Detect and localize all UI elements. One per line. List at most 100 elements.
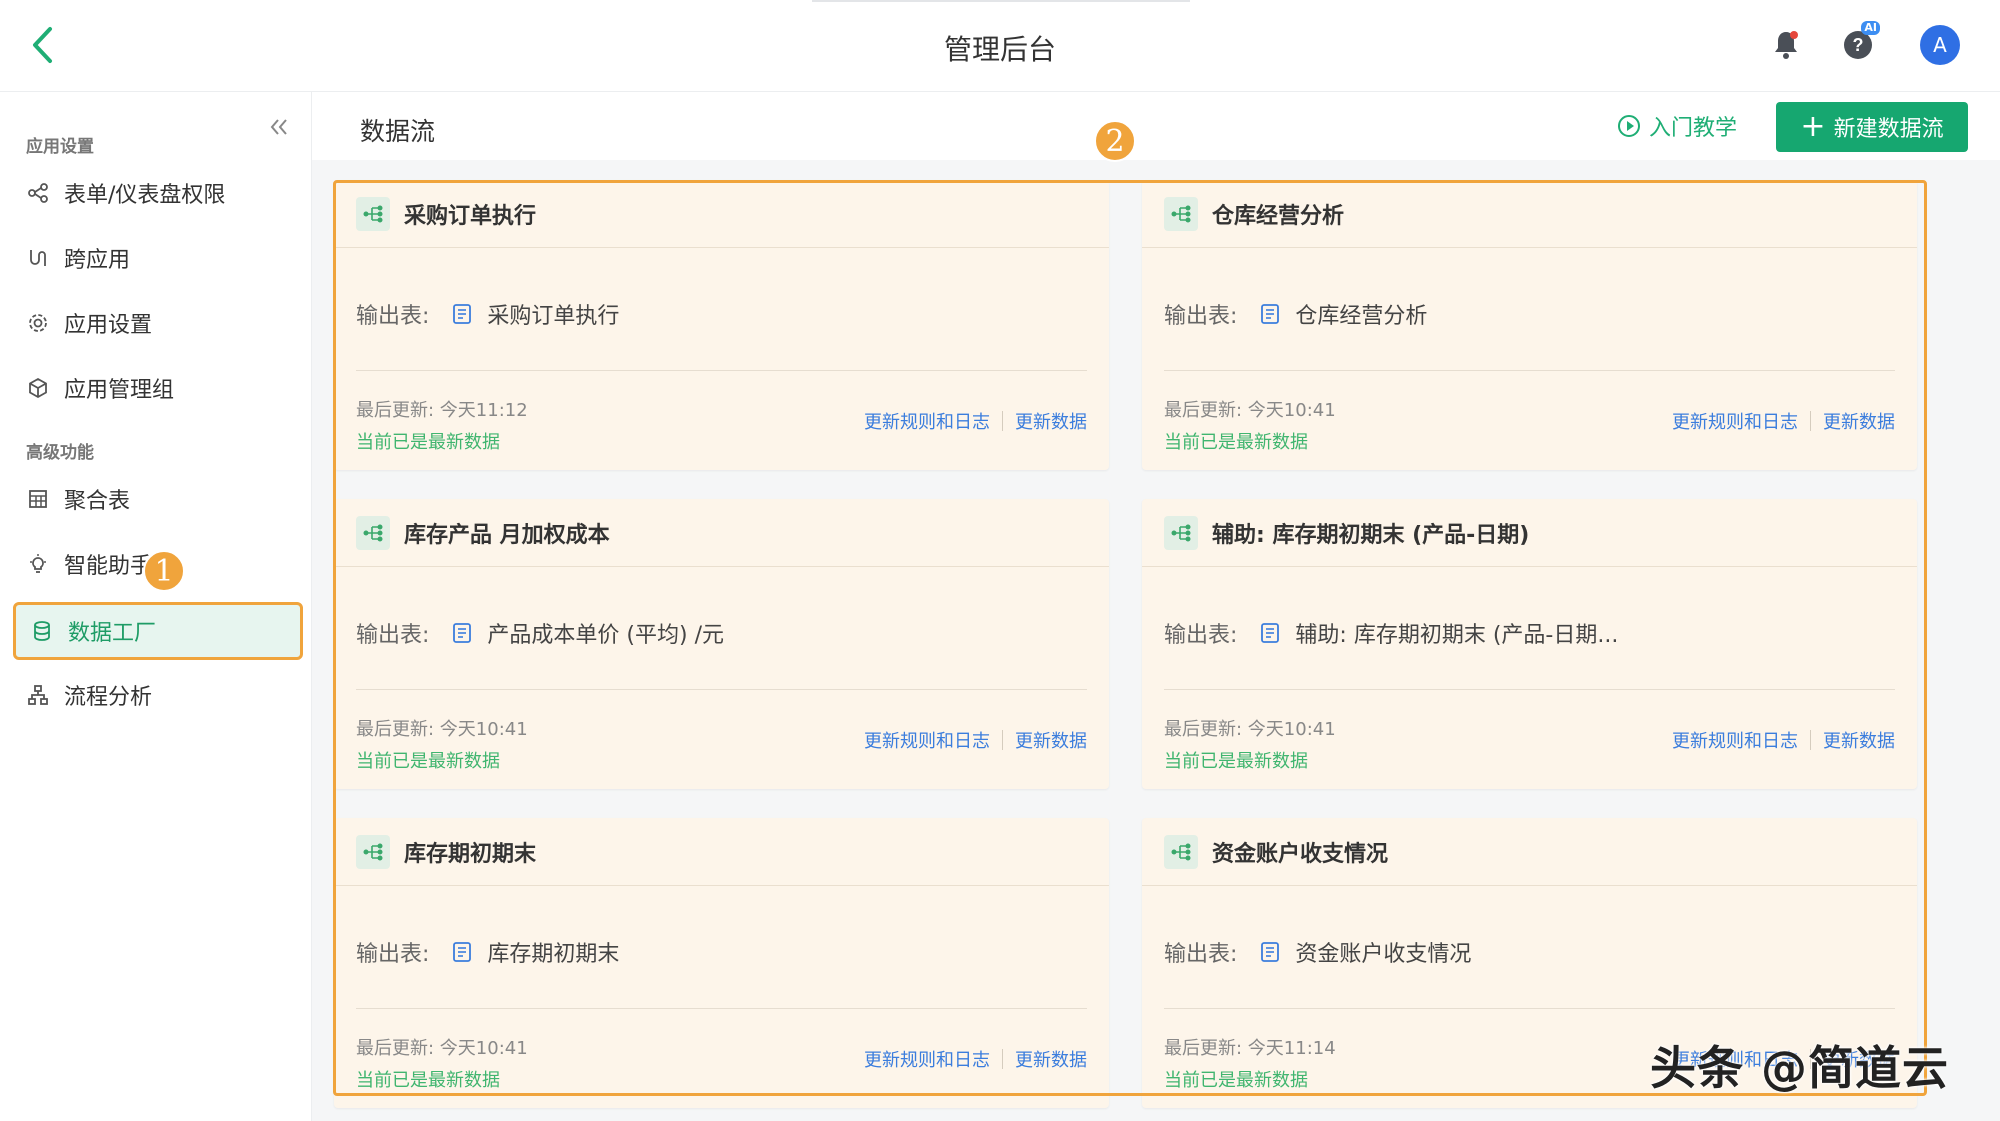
- output-table-name[interactable]: 产品成本单价 (平均) /元: [487, 617, 724, 649]
- output-table-name[interactable]: 库存期初期末: [487, 936, 619, 968]
- sidebar-item-app-admin-group[interactable]: 应用管理组: [12, 359, 302, 417]
- update-data-link[interactable]: 更新数据: [1823, 1046, 1895, 1072]
- update-data-link[interactable]: 更新数据: [1015, 727, 1087, 753]
- last-updated: 最后更新: 今天10:41: [1164, 400, 1336, 421]
- rules-log-link[interactable]: 更新规则和日志: [1672, 408, 1798, 434]
- output-table-name[interactable]: 采购订单执行: [487, 298, 619, 330]
- card-actions: 更新规则和日志 更新数据: [864, 727, 1087, 753]
- form-table-icon: [449, 301, 475, 327]
- sidebar-item-data-factory[interactable]: 数据工厂: [13, 602, 303, 660]
- dataflow-icon: [356, 196, 390, 231]
- section-title-advanced: 高级功能: [26, 443, 94, 463]
- help-button[interactable]: ? AI: [1838, 21, 1880, 65]
- update-data-link[interactable]: 更新数据: [1823, 408, 1895, 434]
- double-chevron-left-icon: [270, 119, 287, 135]
- collapse-sidebar-button[interactable]: [266, 114, 292, 140]
- output-table-name[interactable]: 仓库经营分析: [1295, 298, 1427, 330]
- output-label: 输出表:: [1164, 623, 1238, 648]
- top-header: 管理后台 ? AI A: [0, 0, 2000, 92]
- card-divider: [356, 370, 1087, 371]
- form-table-icon: [1257, 620, 1283, 646]
- action-separator: [1810, 411, 1811, 431]
- card-actions: 更新规则和日志 更新数据: [864, 1046, 1087, 1072]
- output-row: 输出表: 库存期初期末: [356, 936, 619, 968]
- last-updated: 最后更新: 今天11:12: [356, 400, 528, 421]
- sidebar: 应用设置 表单/仪表盘权限 跨应用 应用设置 应用管理组 高级功能 聚合表 智能…: [0, 92, 312, 1121]
- status-text: 当前已是最新数据: [1164, 432, 1308, 453]
- output-row: 输出表: 资金账户收支情况: [1164, 936, 1471, 968]
- page-title: 数据流: [360, 117, 436, 146]
- card-divider: [1164, 1008, 1895, 1009]
- new-dataflow-label: 新建数据流: [1833, 117, 1944, 142]
- sidebar-item-process-analysis[interactable]: 流程分析: [12, 666, 302, 724]
- dataflow-card[interactable]: 仓库经营分析 输出表: 仓库经营分析 最后更新: 今天10:41 当前已是最新数…: [1142, 180, 1917, 470]
- sidebar-item-label: 表单/仪表盘权限: [64, 183, 226, 208]
- last-updated: 最后更新: 今天10:41: [1164, 719, 1336, 740]
- cross-app-icon: [26, 246, 50, 270]
- dataflow-card[interactable]: 采购订单执行 输出表: 采购订单执行 最后更新: 今天11:12 当前已是最新数…: [334, 180, 1109, 470]
- dataflow-card-header[interactable]: 仓库经营分析: [1142, 180, 1917, 248]
- dataflow-card-header[interactable]: 辅助: 库存期初期末 (产品-日期): [1142, 499, 1917, 567]
- sidebar-item-label: 智能助手: [64, 554, 153, 579]
- status-text: 当前已是最新数据: [1164, 1070, 1308, 1091]
- sidebar-item-app-settings[interactable]: 应用设置: [12, 294, 302, 352]
- dataflow-card-header[interactable]: 采购订单执行: [334, 180, 1109, 248]
- dataflow-card[interactable]: 辅助: 库存期初期末 (产品-日期) 输出表: 辅助: 库存期初期末 (产品-日…: [1142, 499, 1917, 789]
- form-table-icon: [449, 620, 475, 646]
- dataflow-icon: [1164, 196, 1198, 231]
- rules-log-link[interactable]: 更新规则和日志: [864, 727, 990, 753]
- svg-text:?: ?: [1853, 35, 1864, 55]
- rules-log-link[interactable]: 更新规则和日志: [1672, 727, 1798, 753]
- output-row: 输出表: 辅助: 库存期初期末 (产品-日期...: [1164, 617, 1618, 649]
- tutorial-link[interactable]: 入门教学: [1617, 108, 1737, 144]
- update-data-link[interactable]: 更新数据: [1015, 408, 1087, 434]
- dataflow-icon: [1164, 515, 1198, 550]
- ai-badge: AI: [1861, 21, 1880, 35]
- dataflow-card-header[interactable]: 库存期初期末: [334, 818, 1109, 886]
- dataflow-icon: [356, 834, 390, 869]
- dataflow-card[interactable]: 库存期初期末 输出表: 库存期初期末 最后更新: 今天10:41 当前已是最新数…: [334, 818, 1109, 1108]
- dataflow-card-header[interactable]: 库存产品 月加权成本: [334, 499, 1109, 567]
- action-separator: [1810, 1049, 1811, 1069]
- rules-log-link[interactable]: 更新规则和日志: [864, 408, 990, 434]
- rules-log-link[interactable]: 更新规则和日志: [1672, 1046, 1798, 1072]
- tutorial-label: 入门教学: [1649, 116, 1738, 141]
- form-table-icon: [1257, 939, 1283, 965]
- cube-icon: [26, 376, 50, 400]
- update-data-link[interactable]: 更新数据: [1015, 1046, 1087, 1072]
- content-header: 数据流 入门教学 + 新建数据流: [312, 92, 2000, 160]
- update-data-link[interactable]: 更新数据: [1823, 727, 1895, 753]
- plus-icon: +: [1800, 109, 1826, 144]
- gear-icon: [26, 311, 50, 335]
- dataflow-card-header[interactable]: 资金账户收支情况: [1142, 818, 1917, 886]
- output-row: 输出表: 采购订单执行: [356, 298, 619, 330]
- dataflow-title: 库存期初期末: [404, 841, 537, 867]
- sidebar-item-form-permissions[interactable]: 表单/仪表盘权限: [12, 164, 302, 222]
- dataflow-card[interactable]: 资金账户收支情况 输出表: 资金账户收支情况 最后更新: 今天11:14 当前已…: [1142, 818, 1917, 1108]
- status-text: 当前已是最新数据: [1164, 751, 1308, 772]
- output-table-name[interactable]: 资金账户收支情况: [1295, 936, 1471, 968]
- card-divider: [356, 689, 1087, 690]
- sidebar-item-aggregate-table[interactable]: 聚合表: [12, 470, 302, 528]
- dataflow-title: 库存产品 月加权成本: [404, 522, 610, 548]
- back-button[interactable]: [26, 22, 58, 68]
- play-circle-icon: [1617, 114, 1641, 138]
- output-row: 输出表: 产品成本单价 (平均) /元: [356, 617, 724, 649]
- output-label: 输出表:: [356, 304, 430, 329]
- output-table-name[interactable]: 辅助: 库存期初期末 (产品-日期...: [1295, 617, 1618, 649]
- sidebar-item-label: 跨应用: [64, 248, 131, 273]
- notification-button[interactable]: [1766, 25, 1806, 65]
- sidebar-item-label: 数据工厂: [68, 621, 157, 646]
- user-avatar[interactable]: A: [1920, 25, 1960, 65]
- sidebar-item-cross-app[interactable]: 跨应用: [12, 229, 302, 287]
- dataflow-card[interactable]: 库存产品 月加权成本 输出表: 产品成本单价 (平均) /元 最后更新: 今天1…: [334, 499, 1109, 789]
- last-updated: 最后更新: 今天11:14: [1164, 1038, 1336, 1059]
- database-icon: [30, 619, 54, 643]
- new-dataflow-button[interactable]: + 新建数据流: [1776, 102, 1968, 152]
- status-text: 当前已是最新数据: [356, 432, 500, 453]
- dataflow-title: 采购订单执行: [404, 203, 537, 229]
- rules-log-link[interactable]: 更新规则和日志: [864, 1046, 990, 1072]
- sidebar-item-label: 流程分析: [64, 685, 153, 710]
- form-table-icon: [449, 939, 475, 965]
- output-label: 输出表:: [356, 623, 430, 648]
